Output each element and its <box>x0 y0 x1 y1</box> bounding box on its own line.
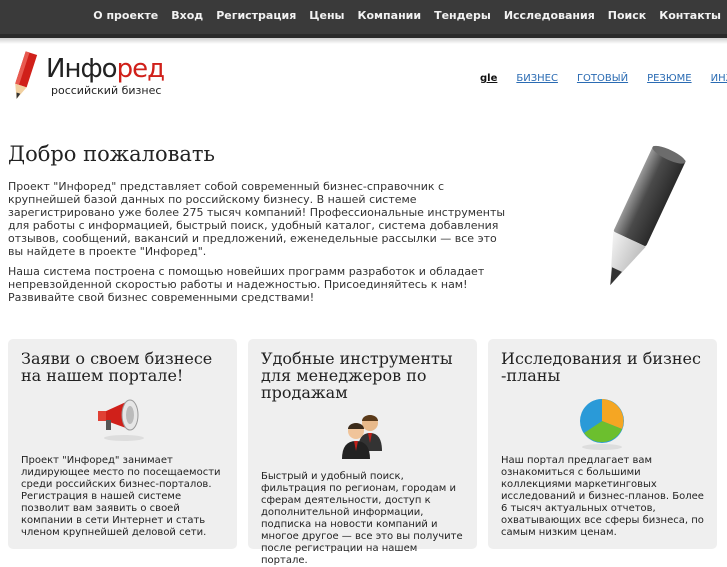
intro-text: Проект "Инфоред" представляет собой совр… <box>8 180 508 311</box>
card-title: Удобные инструменты для менеджеров по пр… <box>261 349 453 402</box>
nav-research[interactable]: Исследования <box>504 9 595 22</box>
category-link-current[interactable]: gle <box>480 73 497 84</box>
card-text: Наш портал предлагает вам ознакомиться с… <box>501 455 704 538</box>
category-link-engineer[interactable]: ИНЖЕНЕР <box>711 73 727 84</box>
nav-companies[interactable]: Компании <box>358 9 422 22</box>
megaphone-icon <box>98 399 144 441</box>
logo-name-red: ред <box>116 54 165 84</box>
intro-paragraph-2: Наша система построена с помощью новейши… <box>8 265 485 304</box>
category-link-ready[interactable]: ГОТОВЫЙ <box>577 73 628 84</box>
nav-register[interactable]: Регистрация <box>216 9 296 22</box>
intro-paragraph-1: Проект "Инфоред" представляет собой совр… <box>8 180 506 258</box>
nav-tenders[interactable]: Тендеры <box>434 9 491 22</box>
category-link-business[interactable]: БИЗНЕС <box>516 73 558 84</box>
card-research[interactable]: Исследования и бизнес -планы Наш портал … <box>488 339 717 549</box>
pencil-illustration-icon <box>610 145 686 286</box>
logo-tagline: российский бизнес <box>51 84 162 97</box>
nav-search[interactable]: Поиск <box>608 9 646 22</box>
card-title: Исследования и бизнес -планы <box>501 349 701 385</box>
pie-chart-icon <box>580 399 624 450</box>
page-title: Добро пожаловать <box>8 142 215 166</box>
top-shadow <box>0 38 727 44</box>
top-nav: О проекте Вход Регистрация Цены Компании… <box>80 9 721 22</box>
card-title: Заяви о своем бизнесе на нашем портале! <box>21 349 213 385</box>
nav-contacts[interactable]: Контакты <box>659 9 721 22</box>
category-links: gle БИЗНЕС ГОТОВЫЙ РЕЗЮМЕ ИНЖЕНЕР <box>480 73 727 84</box>
managers-icon <box>342 415 382 459</box>
logo-name[interactable]: Инфоред <box>46 54 165 84</box>
card-text: Быстрый и удобный поиск, фильтрация по р… <box>261 471 463 566</box>
nav-about[interactable]: О проекте <box>93 9 158 22</box>
logo-name-black: Инфо <box>46 54 118 84</box>
card-text: Проект "Инфоред" занимает лидирующее мес… <box>21 455 221 538</box>
card-sales-tools[interactable]: Удобные инструменты для менеджеров по пр… <box>248 339 477 566</box>
nav-prices[interactable]: Цены <box>309 9 344 22</box>
category-link-resume[interactable]: РЕЗЮМЕ <box>647 73 692 84</box>
nav-login[interactable]: Вход <box>171 9 203 22</box>
top-bar: О проекте Вход Регистрация Цены Компании… <box>0 0 727 38</box>
card-register-business[interactable]: Заяви о своем бизнесе на нашем портале! … <box>8 339 237 549</box>
